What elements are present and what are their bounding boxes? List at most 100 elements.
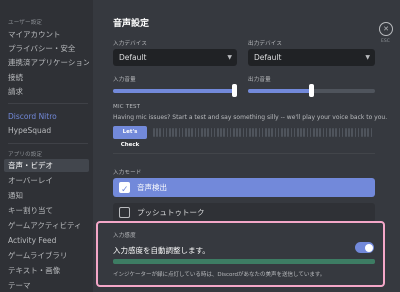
close-icon[interactable]: ✕	[379, 22, 393, 36]
sidebar-item-hypesquad[interactable]: HypeSquad	[4, 124, 89, 137]
meter-segment	[348, 128, 350, 137]
meter-segment	[201, 128, 203, 137]
meter-segment	[357, 128, 360, 137]
output-volume-slider[interactable]	[248, 84, 375, 97]
sidebar-item-billing[interactable]: 請求	[4, 85, 89, 98]
meter-segment	[271, 128, 273, 137]
meter-segment	[207, 128, 209, 137]
meter-segment	[226, 128, 229, 137]
sensitivity-indicator-bar	[113, 259, 375, 264]
sidebar-divider	[8, 103, 88, 104]
meter-segment	[204, 128, 206, 137]
meter-segment	[274, 128, 277, 137]
meter-segment	[364, 128, 366, 137]
meter-segment	[325, 128, 328, 137]
sensitivity-description: インジケーターが緑に点灯している時は、Discordがあなたの美声を送信していま…	[113, 272, 326, 278]
sidebar-item-authorized-apps[interactable]: 連携済アプリケーション	[4, 56, 89, 69]
meter-segment	[181, 128, 184, 137]
sidebar-item-appearance[interactable]: テーマ	[4, 279, 89, 292]
meter-segment	[255, 128, 257, 137]
chevron-down-icon: ▼	[227, 54, 232, 61]
section-divider	[113, 153, 375, 154]
meter-segment	[165, 128, 168, 137]
meter-segment	[303, 128, 305, 137]
meter-segment	[335, 128, 337, 137]
meter-segment	[175, 128, 177, 137]
meter-segment	[281, 128, 283, 137]
meter-segment	[329, 128, 331, 137]
sidebar-header-app-settings: アプリの設定	[8, 152, 43, 158]
meter-segment	[239, 128, 241, 137]
input-mode-option-label: プッシュトゥトーク	[137, 208, 205, 217]
meter-segment	[319, 128, 321, 137]
mic-test-description: Having mic issues? Start a test and say …	[113, 114, 388, 121]
toggle-knob	[364, 243, 373, 252]
meter-segment	[309, 128, 312, 137]
sidebar-item-activity-feed[interactable]: Activity Feed	[4, 234, 89, 247]
sidebar-item-game-activity[interactable]: ゲームアクティビティ	[4, 219, 89, 232]
sidebar-item-voice-video[interactable]: 音声・ビデオ	[4, 159, 89, 172]
settings-window: ユーザー設定 マイアカウント プライバシー・安全 連携済アプリケーション 接続 …	[0, 0, 400, 292]
meter-segment	[162, 128, 165, 137]
meter-segment	[258, 128, 261, 137]
meter-segment	[236, 128, 238, 137]
sidebar-item-privacy-safety[interactable]: プライバシー・安全	[4, 42, 89, 55]
meter-segment	[354, 128, 357, 137]
mic-level-meter	[153, 128, 375, 137]
meter-segment	[370, 128, 373, 137]
meter-segment	[245, 128, 248, 137]
input-mode-push-to-talk[interactable]: プッシュトゥトーク	[113, 203, 375, 222]
meter-segment	[265, 128, 267, 137]
meter-segment	[169, 128, 171, 137]
sidebar-item-my-account[interactable]: マイアカウント	[4, 28, 89, 41]
meter-segment	[213, 128, 216, 137]
input-volume-label: 入力音量	[113, 77, 136, 83]
meter-segment	[316, 128, 318, 137]
meter-segment	[217, 128, 219, 137]
input-mode-voice-activity[interactable]: ✓ 音声検出	[113, 178, 375, 197]
meter-segment	[188, 128, 190, 137]
sidebar-item-game-library[interactable]: ゲームライブラリ	[4, 249, 89, 262]
checkbox-icon: ✓	[119, 182, 130, 195]
sidebar-divider	[8, 143, 88, 144]
meter-segment	[191, 128, 193, 137]
output-device-label: 出力デバイス	[248, 41, 283, 47]
meter-segment	[261, 128, 264, 137]
sidebar-item-notifications[interactable]: 通知	[4, 189, 89, 202]
input-volume-handle[interactable]	[232, 84, 237, 97]
auto-sensitivity-label: 入力感度を自動調整します。	[113, 246, 210, 255]
sidebar-header-user-settings: ユーザー設定	[8, 20, 43, 26]
lets-check-button[interactable]: Let's Check	[113, 126, 147, 148]
auto-sensitivity-toggle[interactable]	[355, 242, 374, 253]
sidebar-item-nitro[interactable]: Discord Nitro	[4, 110, 89, 123]
meter-segment	[351, 128, 353, 137]
meter-segment	[361, 128, 363, 137]
chevron-down-icon: ▼	[365, 54, 370, 61]
input-mode-label: 入力モード	[113, 170, 142, 176]
input-device-select[interactable]: Default ▼	[113, 49, 237, 66]
esc-label: ESC	[381, 39, 390, 44]
sidebar-item-overlay[interactable]: オーバーレイ	[4, 174, 89, 187]
meter-segment	[172, 128, 174, 137]
meter-segment	[233, 128, 235, 137]
meter-segment	[277, 128, 280, 137]
meter-segment	[185, 128, 187, 137]
output-volume-fill	[248, 89, 312, 93]
input-mode-option-label: 音声検出	[137, 183, 167, 192]
meter-segment	[156, 128, 158, 137]
meter-segment	[249, 128, 251, 137]
meter-segment	[223, 128, 225, 137]
input-volume-fill	[113, 89, 237, 93]
settings-sidebar: ユーザー設定 マイアカウント プライバシー・安全 連携済アプリケーション 接続 …	[0, 0, 93, 292]
sidebar-item-keybinds[interactable]: キー割り当て	[4, 204, 89, 217]
sidebar-item-text-images[interactable]: テキスト・画像	[4, 264, 89, 277]
sidebar-item-connections[interactable]: 接続	[4, 71, 89, 84]
input-volume-slider[interactable]	[113, 84, 237, 97]
output-device-select[interactable]: Default ▼	[248, 49, 375, 66]
output-volume-label: 出力音量	[248, 77, 271, 83]
meter-segment	[313, 128, 315, 137]
meter-segment	[194, 128, 197, 137]
meter-segment	[300, 128, 302, 137]
meter-segment	[367, 128, 369, 137]
output-volume-handle[interactable]	[309, 84, 314, 97]
